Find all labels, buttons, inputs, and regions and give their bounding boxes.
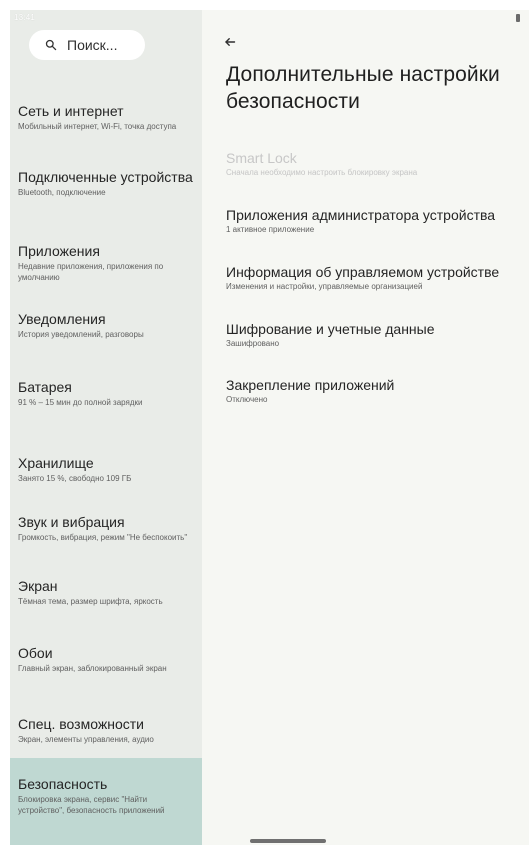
settings-screen: 13:41 Поиск... Сеть и интернет Мобильный… <box>10 10 529 845</box>
sidebar-item-storage[interactable]: Хранилище Занято 15 %, свободно 109 ГБ <box>10 454 202 484</box>
sidebar-item-subtitle: Блокировка экрана, сервис "Найти устройс… <box>18 795 165 815</box>
setting-title: Шифрование и учетные данные <box>226 321 435 337</box>
sidebar-item-title: Звук и вибрация <box>18 514 125 530</box>
setting-subtitle: Отключено <box>226 395 268 404</box>
sidebar-item-network[interactable]: Сеть и интернет Мобильный интернет, Wi-F… <box>10 102 202 132</box>
setting-title: Приложения администратора устройства <box>226 207 496 223</box>
arrow-back-icon[interactable] <box>224 35 236 47</box>
security-detail-pane: Дополнительные настройки безопасности Sm… <box>202 10 529 845</box>
setting-subtitle: 1 активное приложение <box>226 225 315 234</box>
sidebar-item-title: Обои <box>18 645 53 661</box>
sidebar-item-title: Подключенные устройства <box>18 169 193 185</box>
sidebar-item-subtitle: Мобильный интернет, Wi-Fi, точка доступа <box>18 122 177 131</box>
search-box[interactable]: Поиск... <box>29 30 145 60</box>
setting-managed-device-info[interactable]: Информация об управляемом устройстве Изм… <box>226 263 526 292</box>
sidebar-item-subtitle: Bluetooth, подключение <box>18 188 106 197</box>
search-label: Поиск... <box>67 37 118 53</box>
setting-app-pinning[interactable]: Закрепление приложений Отключено <box>226 376 526 405</box>
setting-title: Информация об управляемом устройстве <box>226 264 500 280</box>
sidebar-item-apps[interactable]: Приложения Недавние приложения, приложен… <box>10 242 202 283</box>
sidebar-item-subtitle: Недавние приложения, приложения по умолч… <box>18 262 164 282</box>
setting-device-admin-apps[interactable]: Приложения администратора устройства 1 а… <box>226 206 526 235</box>
sidebar-item-title: Спец. возможности <box>18 716 144 732</box>
sidebar-item-connected-devices[interactable]: Подключенные устройства Bluetooth, подкл… <box>10 168 202 198</box>
sidebar-item-subtitle: 91 % – 15 мин до полной зарядки <box>18 398 143 407</box>
setting-subtitle: Изменения и настройки, управляемые орган… <box>226 282 423 291</box>
page-title: Дополнительные настройки безопасности <box>226 63 500 113</box>
sidebar-item-title: Уведомления <box>18 311 106 327</box>
setting-title: Smart Lock <box>226 150 297 166</box>
sidebar-item-subtitle: Громкость, вибрация, режим "Не беспокоит… <box>18 533 188 542</box>
setting-smart-lock: Smart Lock Сначала необходимо настроить … <box>226 149 526 178</box>
sidebar-item-subtitle: Занято 15 %, свободно 109 ГБ <box>18 474 132 483</box>
sidebar-item-title: Батарея <box>18 379 72 395</box>
sidebar-item-subtitle: Главный экран, заблокированный экран <box>18 664 167 673</box>
sidebar-item-accessibility[interactable]: Спец. возможности Экран, элементы управл… <box>10 715 202 745</box>
sidebar-item-title: Хранилище <box>18 455 94 471</box>
setting-title: Закрепление приложений <box>226 377 395 393</box>
setting-subtitle: Сначала необходимо настроить блокировку … <box>226 168 418 177</box>
sidebar-item-title: Сеть и интернет <box>18 103 124 119</box>
sidebar-item-subtitle: Экран, элементы управления, аудио <box>18 735 154 744</box>
sidebar-item-title: Безопасность <box>18 776 108 792</box>
setting-subtitle: Зашифровано <box>226 339 280 348</box>
home-indicator[interactable] <box>250 839 326 843</box>
sidebar-item-title: Экран <box>18 578 58 594</box>
sidebar-item-subtitle: История уведомлений, разговоры <box>18 330 144 339</box>
sidebar-item-wallpaper[interactable]: Обои Главный экран, заблокированный экра… <box>10 644 202 674</box>
sidebar-item-display[interactable]: Экран Тёмная тема, размер шрифта, яркост… <box>10 577 202 607</box>
sidebar-item-security[interactable]: Безопасность Блокировка экрана, сервис "… <box>10 758 202 845</box>
setting-encryption-credentials[interactable]: Шифрование и учетные данные Зашифровано <box>226 320 526 349</box>
search-icon <box>45 39 57 51</box>
sidebar-item-title: Приложения <box>18 243 100 259</box>
sidebar-item-battery[interactable]: Батарея 91 % – 15 мин до полной зарядки <box>10 378 202 408</box>
sidebar-item-notifications[interactable]: Уведомления История уведомлений, разгово… <box>10 310 202 340</box>
settings-sidebar: 13:41 Поиск... Сеть и интернет Мобильный… <box>10 10 202 845</box>
sidebar-item-sound-vibration[interactable]: Звук и вибрация Громкость, вибрация, реж… <box>10 513 202 543</box>
status-time: 13:41 <box>14 13 36 22</box>
sidebar-item-subtitle: Тёмная тема, размер шрифта, яркость <box>18 597 163 606</box>
battery-icon <box>516 14 520 22</box>
